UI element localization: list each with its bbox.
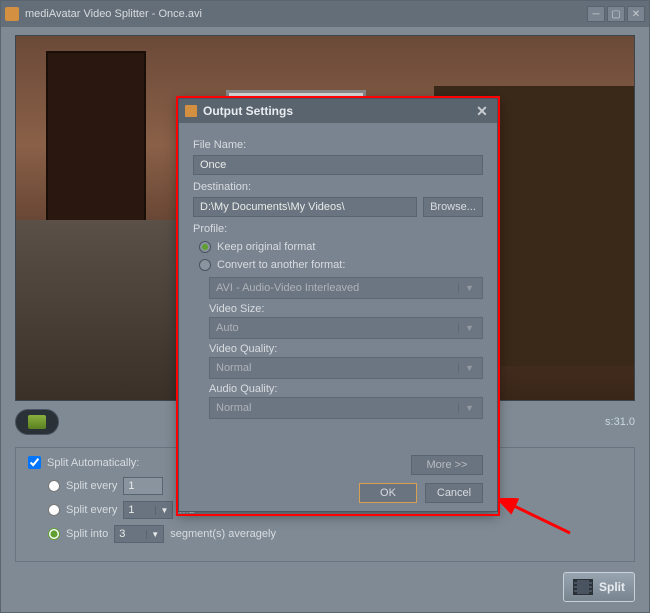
more-button[interactable]: More >> [411,455,483,475]
split-into-select[interactable]: 3▼ [114,525,164,543]
ok-button[interactable]: OK [359,483,417,503]
window-title: mediAvatar Video Splitter - Once.avi [25,8,587,20]
split-every-time-label: Split every [66,480,117,492]
chevron-down-icon: ▼ [458,363,476,373]
split-into-suffix: segment(s) averagely [170,528,276,540]
folder-icon [28,415,46,429]
filename-input[interactable] [193,155,483,175]
chevron-down-icon: ▼ [458,403,476,413]
split-every-size-radio[interactable] [48,504,60,516]
dialog-close-button[interactable]: ✕ [473,103,491,119]
profile-label: Profile: [193,223,483,235]
split-auto-label: Split Automatically: [47,457,139,469]
convert-format-radio[interactable]: Convert to another format: [199,259,483,271]
format-select[interactable]: AVI - Audio-Video Interleaved ▼ [209,277,483,299]
titlebar: mediAvatar Video Splitter - Once.avi ─ ▢… [1,1,649,27]
minimize-button[interactable]: ─ [587,6,605,22]
split-every-size-select[interactable]: 1▼ [123,501,173,519]
chevron-down-icon: ▼ [155,506,168,515]
audio-quality-select[interactable]: Normal ▼ [209,397,483,419]
video-quality-select[interactable]: Normal ▼ [209,357,483,379]
video-size-select[interactable]: Auto ▼ [209,317,483,339]
radio-selected-icon [199,241,211,253]
radio-icon [199,259,211,271]
split-every-size-label: Split every [66,504,117,516]
chevron-down-icon: ▼ [146,530,159,539]
split-into-radio[interactable] [48,528,60,540]
filename-label: File Name: [193,139,483,151]
app-icon [5,7,19,21]
split-into-label: Split into [66,528,108,540]
split-every-time-input[interactable] [123,477,163,495]
split-every-time-radio[interactable] [48,480,60,492]
cancel-button[interactable]: Cancel [425,483,483,503]
output-settings-dialog: Output Settings ✕ File Name: Destination… [178,98,498,512]
film-icon [573,579,593,595]
dialog-title: Output Settings [203,104,293,118]
split-auto-checkbox[interactable] [28,456,41,469]
video-size-label: Video Size: [209,303,483,315]
dialog-titlebar: Output Settings ✕ [179,99,497,123]
maximize-button[interactable]: ▢ [607,6,625,22]
video-quality-label: Video Quality: [209,343,483,355]
destination-input[interactable] [193,197,417,217]
browse-button[interactable]: Browse... [423,197,483,217]
audio-quality-label: Audio Quality: [209,383,483,395]
chevron-down-icon: ▼ [458,323,476,333]
close-button[interactable]: ✕ [627,6,645,22]
keep-format-radio[interactable]: Keep original format [199,241,483,253]
time-label: s:31.0 [605,416,635,428]
destination-label: Destination: [193,181,483,193]
chevron-down-icon: ▼ [458,283,476,293]
dialog-icon [185,105,197,117]
split-button[interactable]: Split [563,572,635,602]
open-folder-button[interactable] [15,409,59,435]
